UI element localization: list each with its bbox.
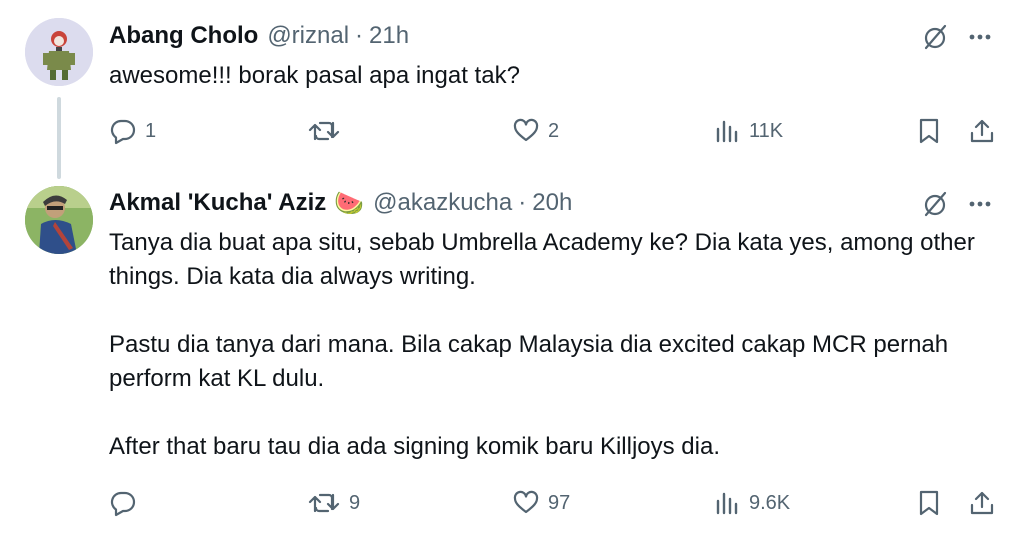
heart-icon	[513, 490, 539, 514]
grok-icon[interactable]	[920, 22, 950, 52]
share-icon	[970, 491, 994, 515]
retweet-icon	[308, 493, 340, 513]
more-icon[interactable]	[965, 189, 995, 219]
bookmark-icon	[919, 118, 939, 144]
reply-icon	[110, 491, 136, 517]
tweet[interactable]: Akmal 'Kucha' Aziz 🍉 @akazkucha · 20h Ta…	[0, 170, 1024, 539]
tweet-paragraph: After that baru tau dia ada signing komi…	[109, 433, 721, 460]
reply-icon	[110, 119, 136, 145]
author-name[interactable]: Abang Cholo	[109, 22, 258, 50]
tweet-paragraph: Pastu dia tanya dari mana. Bila cakap Ma…	[109, 331, 949, 392]
author-handle[interactable]: @akazkucha	[373, 189, 512, 217]
like-count: 2	[548, 119, 560, 142]
retweet-button[interactable]: 9	[307, 483, 360, 523]
views-button[interactable]: 11K	[713, 111, 783, 151]
avatar[interactable]	[25, 18, 93, 86]
bookmark-button[interactable]	[913, 483, 945, 523]
retweet-count: 9	[349, 491, 361, 514]
tweet-text: Tanya dia buat apa situ, sebab Umbrella …	[109, 226, 989, 464]
grok-icon[interactable]	[920, 189, 950, 219]
reply-button[interactable]: 1	[109, 111, 156, 151]
tweet-header: Abang Cholo @riznal · 21h	[109, 19, 409, 53]
views-icon	[716, 492, 738, 515]
like-button[interactable]: 97	[512, 483, 570, 523]
tweet-paragraph: Tanya dia buat apa situ, sebab Umbrella …	[109, 229, 975, 290]
like-count: 97	[548, 491, 571, 514]
like-button[interactable]: 2	[512, 111, 559, 151]
avatar-image	[25, 186, 93, 254]
timestamp[interactable]: 21h	[369, 22, 409, 50]
reply-count: 1	[145, 119, 157, 142]
views-count: 9.6K	[749, 491, 791, 514]
bookmark-icon	[919, 490, 939, 516]
share-icon	[970, 119, 994, 143]
bookmark-button[interactable]	[913, 111, 945, 151]
tweet[interactable]: Abang Cholo @riznal · 21h awesome!!! bor…	[0, 0, 1024, 179]
watermelon-emoji: 🍉	[334, 189, 365, 217]
author-name[interactable]: Akmal 'Kucha' Aziz	[109, 189, 326, 217]
author-handle[interactable]: @riznal	[267, 22, 349, 50]
avatar[interactable]	[25, 186, 93, 254]
avatar-image	[25, 18, 93, 86]
timestamp[interactable]: 20h	[532, 189, 572, 217]
separator: ·	[518, 189, 527, 216]
retweet-icon	[308, 121, 340, 141]
share-button[interactable]	[966, 111, 998, 151]
heart-icon	[513, 118, 539, 142]
retweet-button[interactable]	[307, 111, 349, 151]
tweet-header: Akmal 'Kucha' Aziz 🍉 @akazkucha · 20h	[109, 186, 572, 220]
more-icon[interactable]	[965, 22, 995, 52]
views-count: 11K	[749, 119, 784, 142]
separator: ·	[355, 22, 364, 49]
tweet-actions: 9 97 9.6K	[0, 483, 1024, 523]
tweet-paragraph: awesome!!! borak pasal apa ingat tak?	[109, 62, 520, 89]
reply-button[interactable]	[109, 483, 145, 523]
tweet-actions: 1 2 11K	[0, 111, 1024, 151]
share-button[interactable]	[966, 483, 998, 523]
views-icon	[716, 120, 738, 143]
tweet-text: awesome!!! borak pasal apa ingat tak?	[109, 59, 989, 93]
views-button[interactable]: 9.6K	[713, 483, 790, 523]
